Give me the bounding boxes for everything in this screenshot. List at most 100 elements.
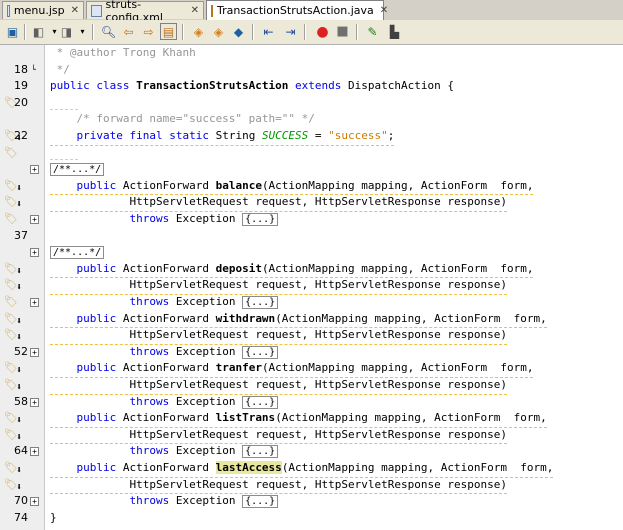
code-text: public class TransactionStrutsAction ext…	[50, 78, 454, 95]
expand-fold-icon[interactable]: +	[30, 215, 39, 224]
find-previous-icon[interactable]: ⇦	[120, 23, 137, 40]
line-number: 52	[14, 344, 28, 358]
return-type: ActionForward	[122, 311, 216, 325]
find-next-icon[interactable]: ⇨	[140, 23, 157, 40]
java-file-icon	[211, 4, 213, 17]
code-line: 64 + throws Exception {...}	[0, 443, 623, 460]
expand-fold-icon[interactable]: +	[30, 298, 39, 307]
back-icon[interactable]: ◧	[30, 23, 47, 40]
code-rest: DispatchAction {	[348, 79, 454, 93]
code-text: /**...*/	[50, 244, 105, 262]
params: HttpServletRequest request, HttpServletR…	[129, 195, 507, 209]
expand-fold-icon[interactable]: +	[30, 497, 39, 507]
string-literal: "success"	[328, 129, 388, 142]
line-number: 70	[14, 494, 28, 508]
folded-body[interactable]: {...}	[242, 296, 279, 309]
hint-icon: 🏷︎	[4, 295, 18, 308]
method-name: withdrawn	[215, 311, 276, 325]
stop-macro-icon[interactable]: ■	[334, 23, 351, 40]
tab-menu-jsp[interactable]: menu.jsp ✕	[2, 1, 84, 19]
xml-file-icon	[91, 4, 102, 17]
close-icon[interactable]: ✕	[191, 5, 200, 16]
code-editor[interactable]: 18 * @author Trong Khanh 19 └ */ 20 publ…	[0, 45, 623, 530]
keyword: throws	[129, 444, 170, 458]
expand-fold-icon[interactable]: +	[30, 447, 39, 457]
folded-body[interactable]: {...}	[242, 345, 279, 359]
line-number: 74	[14, 510, 28, 524]
code-line: 🏷︎ ⬇ public ActionForward balance(ActionM…	[0, 178, 623, 196]
method-throws: throws Exception {...}	[50, 294, 279, 312]
folded-body[interactable]: {...}	[242, 213, 279, 226]
code-line: 70 + throws Exception {...}	[0, 493, 623, 510]
method-params: HttpServletRequest request, HttpServletR…	[50, 194, 507, 212]
params: HttpServletRequest request, HttpServletR…	[129, 477, 507, 491]
code-line: 🏷︎ ⬇ HttpServletRequest request, HttpServ…	[0, 477, 623, 495]
return-type: ActionForward	[122, 361, 216, 375]
method-name: lastAccess	[215, 461, 282, 474]
start-macro-icon[interactable]: ●	[314, 23, 331, 40]
keyword: throws	[129, 394, 170, 408]
semicolon: ;	[387, 129, 395, 142]
params: (ActionMapping mapping, ActionForm form,	[261, 361, 534, 375]
tab-transaction-struts-action[interactable]: TransactionStrutsAction.java ✕	[206, 0, 388, 20]
exception-type: Exception	[169, 295, 243, 308]
keyword: public	[76, 361, 123, 375]
params: (ActionMapping mapping, ActionForm form,	[261, 261, 534, 275]
jsp-file-icon	[7, 4, 10, 17]
hint-icon: 🏷︎	[4, 95, 18, 109]
folded-body[interactable]: {...}	[242, 495, 279, 509]
code-line: 🏷︎ ⬇ HttpServletRequest request, HttpServ…	[0, 427, 623, 445]
method-signature: public ActionForward tranfer(ActionMappi…	[50, 360, 534, 378]
toggle-highlight-icon[interactable]: ▤	[160, 23, 177, 40]
method-name: listTrans	[215, 411, 276, 425]
folded-comment[interactable]: /**...*/	[50, 246, 105, 260]
tab-struts-config[interactable]: struts-config.xml ✕	[86, 0, 204, 24]
folded-body[interactable]: {...}	[242, 445, 279, 459]
method-signature: public ActionForward deposit(ActionMappi…	[50, 261, 534, 279]
operator: =	[308, 129, 329, 142]
code-line: 74}	[0, 510, 623, 527]
hint-icon: 🏷︎	[4, 411, 18, 425]
code-line: 🏷︎ ⬇ HttpServletRequest request, HttpServ…	[0, 327, 623, 345]
exception-type: Exception	[169, 444, 243, 458]
close-icon[interactable]: ✕	[380, 5, 388, 16]
tab-label: TransactionStrutsAction.java	[217, 4, 374, 17]
toggle-bookmark-icon[interactable]: ◆	[230, 23, 247, 40]
previous-bookmark-icon[interactable]: ◈	[190, 23, 207, 40]
expand-fold-icon[interactable]: +	[30, 248, 39, 258]
params: HttpServletRequest request, HttpServletR…	[129, 328, 507, 342]
code-line: 37	[0, 228, 623, 245]
hint-icon: 🏷︎	[4, 427, 18, 441]
method-signature: public ActionForward withdrawn(ActionMap…	[50, 311, 547, 329]
folded-comment[interactable]: /**...*/	[50, 163, 105, 177]
source-history-icon[interactable]: ▣	[4, 23, 21, 40]
keyword: extends	[288, 79, 349, 93]
find-icon[interactable]: 🔍︎	[100, 23, 117, 40]
folded-body[interactable]: {...}	[242, 395, 279, 409]
shift-left-icon[interactable]: ⇤	[260, 23, 277, 40]
return-type: ActionForward	[122, 178, 216, 192]
code-line: 🏷︎ ⬇ private final static String SUCCESS…	[0, 128, 623, 146]
close-icon[interactable]: ✕	[71, 5, 79, 16]
keyword: throws	[129, 344, 170, 358]
keyword: throws	[129, 212, 170, 225]
expand-fold-icon[interactable]: +	[30, 397, 39, 407]
editor-toolbar: ▣ ◧ ▾ ◨ ▾ 🔍︎ ⇦ ⇨ ▤ ◈ ◈ ◆ ⇤ ⇥ ● ■ ✎ ▙	[0, 20, 623, 45]
next-bookmark-icon[interactable]: ◈	[210, 23, 227, 40]
chevron-down-icon[interactable]: ▾	[74, 23, 91, 40]
hint-icon: 🏷︎	[4, 278, 18, 292]
constant: SUCCESS	[261, 129, 309, 142]
expand-fold-icon[interactable]: +	[30, 347, 39, 357]
hint-icon: 🏷︎	[4, 129, 18, 142]
expand-fold-icon[interactable]: +	[30, 165, 39, 175]
comment-icon[interactable]: ✎	[364, 23, 381, 40]
exception-type: Exception	[169, 344, 243, 358]
keyword: public	[76, 461, 123, 474]
method-signature: public ActionForward listTrans(ActionMap…	[50, 410, 547, 428]
shift-right-icon[interactable]: ⇥	[282, 23, 299, 40]
code-text: */	[50, 62, 70, 76]
type: String	[215, 129, 262, 142]
forward-icon[interactable]: ◨	[58, 23, 75, 40]
uncomment-icon[interactable]: ▙	[386, 23, 403, 40]
code-line: 🏷︎	[0, 95, 623, 112]
